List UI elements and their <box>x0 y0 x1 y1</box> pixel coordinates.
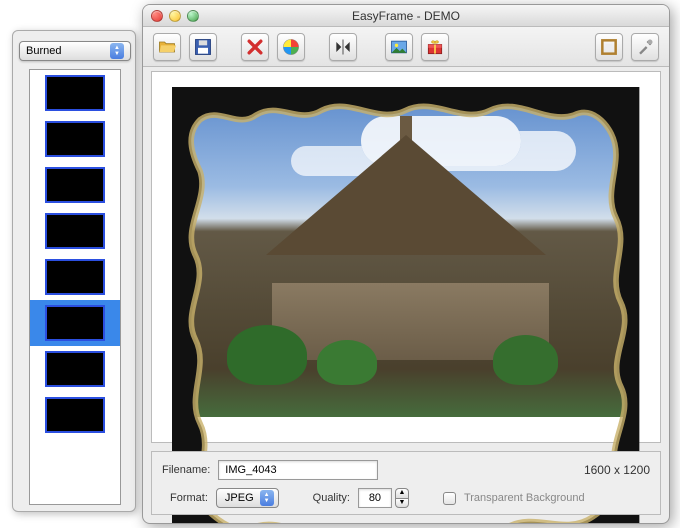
titlebar[interactable]: EasyFrame - DEMO <box>143 5 669 27</box>
quality-input[interactable] <box>358 488 392 508</box>
toolbar <box>143 27 669 67</box>
photo-icon <box>389 37 409 57</box>
open-button[interactable] <box>153 33 181 61</box>
dimensions-label: 1600 x 1200 <box>584 463 650 477</box>
close-window-button[interactable] <box>151 10 163 22</box>
preview-area <box>151 71 661 443</box>
quality-stepper[interactable]: ▲ ▼ <box>358 488 409 508</box>
tools-icon <box>635 37 655 57</box>
transparent-bg-label: Transparent Background <box>464 492 585 504</box>
transparent-bg-checkbox[interactable] <box>443 492 456 505</box>
updown-arrows-icon: ▲▼ <box>260 490 274 506</box>
frame-styles-panel: Burned ▲▼ <box>12 30 136 512</box>
zoom-window-button[interactable] <box>187 10 199 22</box>
frame-icon <box>599 37 619 57</box>
framed-image[interactable] <box>172 87 639 427</box>
quality-label: Quality: <box>313 492 350 504</box>
window-title: EasyFrame - DEMO <box>143 9 669 23</box>
frame-thumbnails-list <box>29 69 121 505</box>
export-panel: Filename: 1600 x 1200 Format: JPEG ▲▼ Qu… <box>151 451 661 515</box>
stepper-down-button[interactable]: ▼ <box>395 498 409 508</box>
frame-settings-button[interactable] <box>595 33 623 61</box>
thumbnail-item[interactable] <box>30 208 120 254</box>
frame-style-select[interactable]: Burned ▲▼ <box>19 41 131 61</box>
filename-label: Filename: <box>162 464 210 476</box>
thumbnail-item[interactable] <box>30 346 120 392</box>
preferences-button[interactable] <box>631 33 659 61</box>
updown-arrows-icon: ▲▼ <box>110 43 124 59</box>
frame-style-value: Burned <box>26 45 61 57</box>
format-select[interactable]: JPEG ▲▼ <box>216 488 279 508</box>
minimize-window-button[interactable] <box>169 10 181 22</box>
photo-content <box>182 97 629 417</box>
flip-horizontal-icon <box>333 37 353 57</box>
open-folder-icon <box>157 37 177 57</box>
format-label: Format: <box>170 492 208 504</box>
main-window: EasyFrame - DEMO <box>142 4 670 524</box>
thumbnail-item[interactable] <box>30 392 120 438</box>
delete-x-icon <box>245 37 265 57</box>
export-button[interactable] <box>421 33 449 61</box>
format-value: JPEG <box>225 492 254 504</box>
thumbnail-item[interactable] <box>30 70 120 116</box>
thumbnail-item[interactable] <box>30 116 120 162</box>
thumbnail-item[interactable] <box>30 300 120 346</box>
thumbnail-item[interactable] <box>30 162 120 208</box>
color-button[interactable] <box>277 33 305 61</box>
filename-input[interactable] <box>218 460 378 480</box>
save-floppy-icon <box>193 37 213 57</box>
flip-button[interactable] <box>329 33 357 61</box>
gift-icon <box>425 37 445 57</box>
stepper-up-button[interactable]: ▲ <box>395 488 409 498</box>
delete-button[interactable] <box>241 33 269 61</box>
thumbnail-item[interactable] <box>30 254 120 300</box>
color-wheel-icon <box>281 37 301 57</box>
save-button[interactable] <box>189 33 217 61</box>
photo-button[interactable] <box>385 33 413 61</box>
